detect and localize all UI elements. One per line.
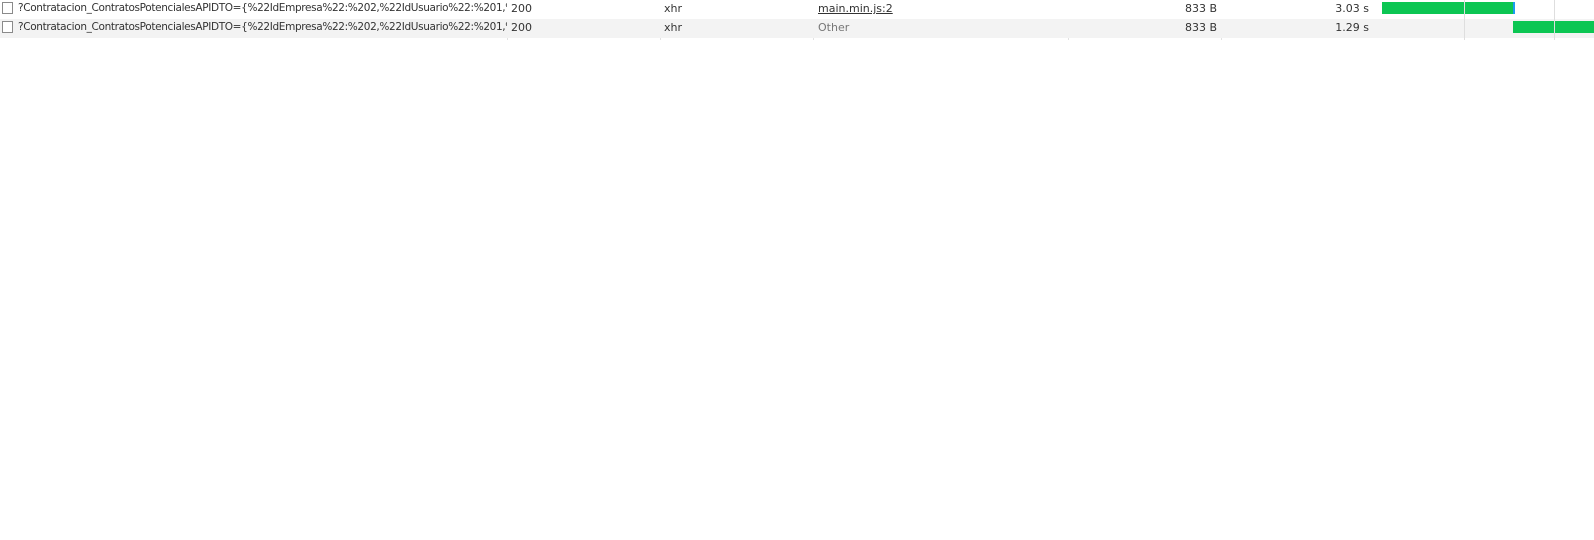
status-cell: 200 [511,2,532,15]
waterfall-gridline [1464,0,1465,40]
status-cell: 200 [511,21,532,34]
request-name-cell[interactable]: ?Contratacion_ContratosPotencialesAPIDTO… [0,0,507,19]
waterfall-gridline [1554,0,1555,40]
request-name: ?Contratacion_ContratosPotencialesAPIDTO… [18,21,507,33]
time-cell: 1.29 s [1335,21,1369,34]
size-cell: 833 B [1184,2,1217,15]
type-cell: xhr [664,21,683,34]
type-cell: xhr [664,2,683,15]
request-name-cell[interactable]: ?Contratacion_ContratosPotencialesAPIDTO… [0,19,507,38]
initiator-cell: main.min.js:2 [818,0,1063,19]
row-checkbox[interactable] [2,21,13,33]
waterfall-cell [1375,0,1594,19]
request-name: ?Contratacion_ContratosPotencialesAPIDTO… [18,2,507,14]
waterfall-bar-tail [1513,2,1516,14]
waterfall-cell [1375,19,1594,38]
row-checkbox[interactable] [2,2,13,14]
waterfall-bar[interactable] [1381,2,1516,14]
table-row[interactable]: ?Contratacion_ContratosPotencialesAPIDTO… [0,0,1594,19]
table-row[interactable]: ?Contratacion_ContratosPotencialesAPIDTO… [0,19,1594,38]
size-cell: 833 B [1184,21,1217,34]
time-cell: 3.03 s [1335,2,1369,15]
initiator-link[interactable]: main.min.js:2 [818,2,893,15]
initiator-cell: Other [818,21,850,34]
